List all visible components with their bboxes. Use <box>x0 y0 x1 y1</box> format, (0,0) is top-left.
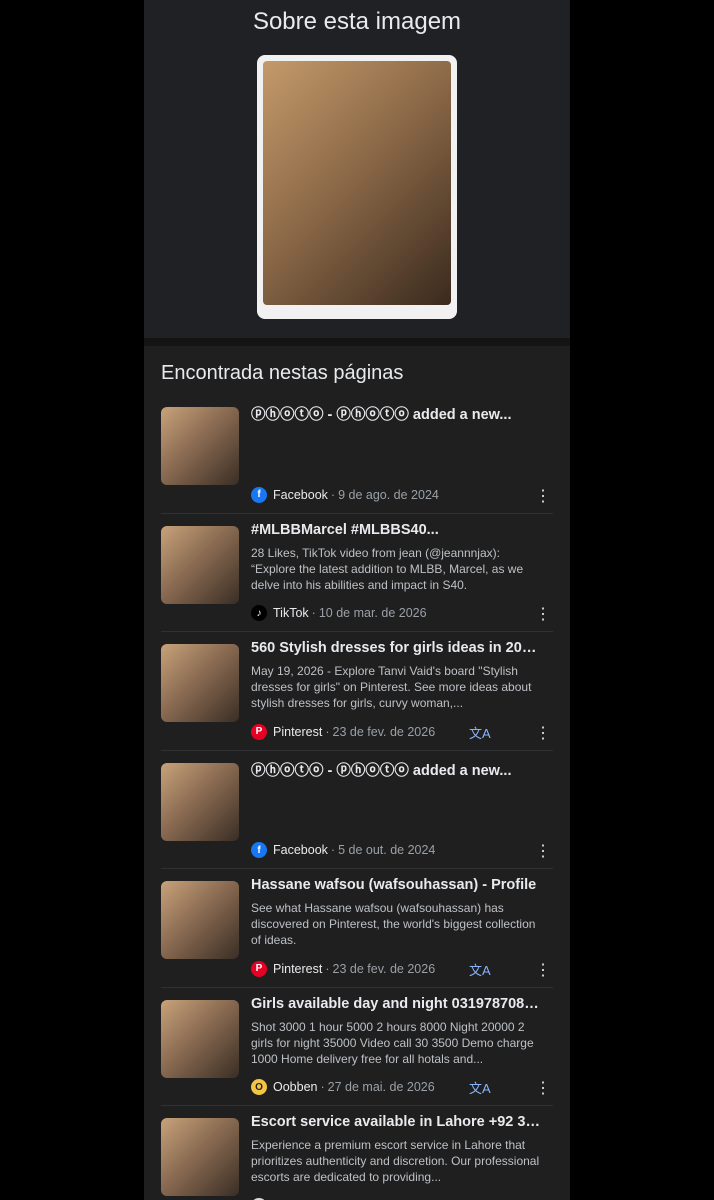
separator-dot: · <box>325 961 330 976</box>
more-options-icon[interactable]: ⋮ <box>533 962 553 979</box>
result-item[interactable]: Escort service available in Lahore +92 3… <box>161 1106 553 1200</box>
result-thumbnail[interactable] <box>161 644 239 722</box>
translate-icon[interactable]: 文A <box>469 960 491 979</box>
result-thumbnail[interactable] <box>161 881 239 959</box>
pinterest-icon: P <box>251 723 267 740</box>
result-thumbnail[interactable] <box>161 1118 239 1196</box>
result-title[interactable]: #MLBBMarcel #MLBBS40... <box>251 522 541 538</box>
result-title[interactable]: 560 Stylish dresses for girls ideas in 2… <box>251 640 541 656</box>
result-title[interactable]: Escort service available in Lahore +92 3… <box>251 1114 541 1130</box>
image-preview <box>263 61 451 305</box>
more-options-icon[interactable]: ⋮ <box>533 488 553 505</box>
result-snippet: See what Hassane wafsou (wafsouhassan) h… <box>251 901 536 947</box>
translate-icon[interactable]: 文A <box>469 723 491 742</box>
more-options-icon[interactable]: ⋮ <box>533 1081 553 1097</box>
source-date: 10 de mar. de 2026 <box>318 606 427 620</box>
separator-dot: · <box>330 487 336 502</box>
result-title[interactable]: Girls available day and night 0319787085… <box>251 996 541 1012</box>
pinterest-icon: P <box>251 960 267 977</box>
results-list: ⓟⓗⓞⓣⓞ - ⓟⓗⓞⓣⓞ added a new... f Facebook · 9 … <box>144 395 570 1200</box>
result-source[interactable]: P Pinterest · 23 de fev. de 2026 <box>251 960 436 977</box>
source-date: 23 de fev. de 2026 <box>332 961 436 976</box>
divider <box>144 338 570 346</box>
page-title: Sobre esta imagem <box>252 8 462 35</box>
source-name: Pinterest <box>273 961 323 976</box>
result-title[interactable]: ⓟⓗⓞⓣⓞ - ⓟⓗⓞⓣⓞ added a new... <box>251 759 541 780</box>
results-panel: Sobre esta imagem Encontrada nestas pági… <box>144 0 570 1200</box>
more-options-icon[interactable]: ⋮ <box>533 844 553 860</box>
result-item[interactable]: 560 Stylish dresses for girls ideas in 2… <box>161 632 553 751</box>
translate-icon[interactable]: 文A <box>469 1197 491 1200</box>
image-caption <box>263 305 451 319</box>
result-title[interactable]: ⓟⓗⓞⓣⓞ - ⓟⓗⓞⓣⓞ added a new... <box>251 403 541 424</box>
searched-image[interactable] <box>257 55 457 319</box>
result-source[interactable]: O Oobben · 27 de mai. de 2026 <box>251 1079 435 1095</box>
source-name: Facebook <box>273 487 328 502</box>
result-thumbnail[interactable] <box>161 762 239 841</box>
more-options-icon[interactable]: ⋮ <box>533 725 553 742</box>
result-source[interactable]: ♪ TikTok · 10 de mar. de 2026 <box>251 605 427 621</box>
result-snippet: 28 Likes, TikTok video from jean (@jeann… <box>251 545 524 592</box>
facebook-icon: f <box>251 486 267 503</box>
separator-dot: · <box>320 1080 325 1094</box>
result-source[interactable]: f Facebook · 9 de ago. de 2024 <box>251 486 439 503</box>
separator-dot: · <box>330 843 336 857</box>
result-thumbnail[interactable] <box>161 407 239 485</box>
facebook-icon: f <box>251 842 267 858</box>
source-date: 23 de fev. de 2026 <box>332 724 436 739</box>
result-item[interactable]: ⓟⓗⓞⓣⓞ - ⓟⓗⓞⓣⓞ added a new... f Facebook · 5 … <box>161 751 553 869</box>
result-item[interactable]: Hassane wafsou (wafsouhassan) - Profile S… <box>161 869 553 988</box>
oobben-icon: O <box>251 1079 267 1095</box>
result-source[interactable]: f Facebook · 5 de out. de 2024 <box>251 842 435 858</box>
tiktok-icon: ♪ <box>251 605 267 621</box>
source-date: 9 de ago. de 2024 <box>338 487 439 502</box>
result-title[interactable]: Hassane wafsou (wafsouhassan) - Profile <box>251 877 541 893</box>
separator-dot: · <box>311 606 316 620</box>
more-options-icon[interactable]: ⋮ <box>533 607 553 623</box>
result-item[interactable]: #MLBBMarcel #MLBBS40... 28 Likes, TikTok … <box>161 514 553 632</box>
source-date: 5 de out. de 2024 <box>338 843 436 857</box>
result-item[interactable]: Girls available day and night 0319787085… <box>161 988 553 1106</box>
result-thumbnail[interactable] <box>161 525 239 604</box>
source-name: Pinterest <box>273 724 323 739</box>
source-name: TikTok <box>273 606 309 620</box>
result-thumbnail[interactable] <box>161 999 239 1078</box>
result-snippet: Experience a premium escort service in L… <box>251 1138 540 1184</box>
result-item[interactable]: ⓟⓗⓞⓣⓞ - ⓟⓗⓞⓣⓞ added a new... f Facebook · 9 … <box>161 395 553 514</box>
source-name: Oobben <box>273 1080 318 1094</box>
source-date: 27 de mai. de 2026 <box>327 1080 435 1094</box>
result-snippet: Shot 3000 1 hour 5000 2 hours 8000 Night… <box>251 1019 534 1066</box>
translate-icon[interactable]: 文A <box>469 1078 491 1097</box>
separator-dot: · <box>325 724 330 739</box>
source-name: Facebook <box>273 843 328 857</box>
image-header: Sobre esta imagem <box>144 0 570 338</box>
result-source[interactable]: P Pinterest · 23 de fev. de 2026 <box>251 723 436 740</box>
section-title: Encontrada nestas páginas <box>161 362 404 384</box>
result-snippet: May 19, 2026 - Explore Tanvi Vaid's boar… <box>251 664 532 710</box>
